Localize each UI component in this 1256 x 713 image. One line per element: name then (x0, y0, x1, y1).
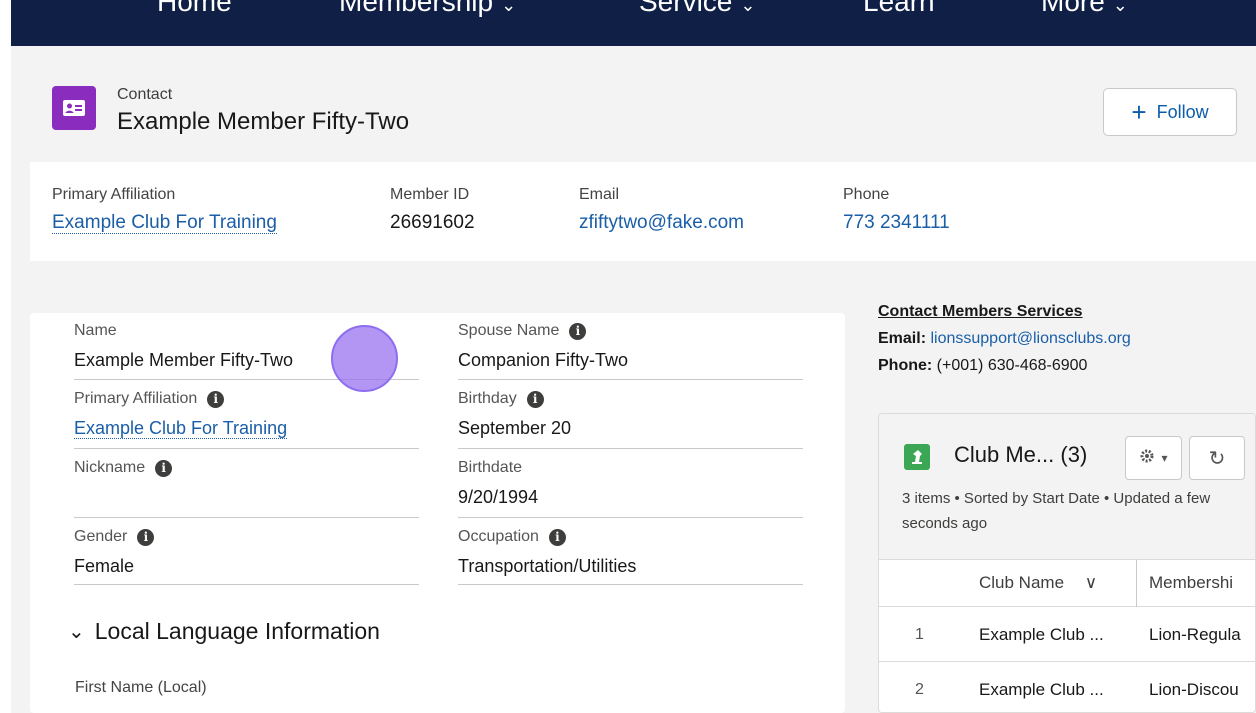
table-header-row: Club Name ∨ Membershi (879, 560, 1255, 607)
nav-item-more[interactable]: More ⌄ (1041, 0, 1128, 18)
nav-item-home[interactable]: Home (157, 0, 232, 18)
field-spouse-name: Spouse Name i Companion Fifty-Two (458, 322, 803, 380)
highlight-email: Email zfiftytwo@fake.com (579, 186, 744, 234)
highlight-phone: Phone 773 2341111 (843, 186, 950, 234)
chevron-down-icon: ⌄ (740, 0, 756, 15)
field-label: Primary Affiliation (74, 390, 198, 407)
follow-label: Follow (1156, 101, 1209, 122)
membership-icon (904, 444, 930, 470)
chevron-down-icon: ⌄ (1112, 0, 1128, 15)
gear-icon (1139, 448, 1155, 469)
club-name-link[interactable]: Example Club ... (979, 625, 1104, 645)
support-email-link[interactable]: lionssupport@lionsclubs.org (930, 330, 1130, 347)
field-label: Birthdate (458, 459, 523, 476)
table-row: 2 Example Club ... Lion-Discou (879, 662, 1255, 712)
chevron-down-icon: ⌄ (68, 621, 85, 643)
membership-type: Lion-Regula (1149, 625, 1241, 644)
row-number: 2 (915, 681, 924, 698)
contact-services-block: Contact Members Services Email: lionssup… (878, 298, 1131, 379)
info-icon[interactable]: i (155, 459, 173, 477)
record-page: Home Membership ⌄ Service ⌄ Learn More ⌄ Co… (11, 0, 1256, 713)
info-icon[interactable]: i (526, 390, 544, 408)
field-gender: Gender i Female (74, 528, 419, 585)
primary-affiliation-link[interactable]: Example Club For Training (52, 212, 277, 234)
field-value: 9/20/1994 (458, 487, 539, 507)
highlight-label: Phone (843, 186, 890, 203)
nav-item-learn[interactable]: Learn (863, 0, 935, 18)
section-title: Local Language Information (94, 618, 380, 644)
club-memberships-related-list: Club Me... (3) ▾ ↻ 3 items • Sorted by S… (878, 413, 1256, 713)
phone-label: Phone: (878, 357, 933, 374)
column-header-club-name[interactable]: Club Name ∨ (979, 573, 1097, 593)
caret-down-icon: ▾ (1161, 451, 1168, 465)
info-icon[interactable]: i (548, 528, 566, 546)
column-header-membership[interactable]: Membershi (1149, 573, 1233, 593)
field-occupation: Occupation i Transportation/Utilities (458, 528, 803, 585)
column-divider[interactable] (1136, 560, 1137, 607)
highlights-panel: Primary Affiliation Example Club For Tra… (30, 162, 1256, 261)
refresh-button[interactable]: ↻ (1189, 436, 1245, 480)
field-value (74, 487, 419, 509)
highlight-member-id: Member ID 26691602 (390, 186, 475, 234)
info-icon[interactable]: i (569, 322, 587, 340)
field-primary-affiliation: Primary Affiliation i Example Club For Tr… (74, 390, 419, 449)
cursor-highlight (331, 325, 398, 392)
screen: Home Membership ⌄ Service ⌄ Learn More ⌄ Co… (0, 0, 1256, 713)
phone-link[interactable]: 773 2341111 (843, 212, 950, 233)
field-value: Companion Fifty-Two (458, 350, 629, 370)
first-name-local-label: First Name (Local) (75, 679, 207, 696)
row-number: 1 (915, 626, 924, 643)
support-phone: (+001) 630-468-6900 (936, 357, 1088, 374)
nav-item-membership[interactable]: Membership ⌄ (339, 0, 516, 18)
field-birthdate: Birthdate 9/20/1994 (458, 459, 803, 518)
chevron-down-icon: ⌄ (501, 0, 517, 15)
field-value: Transportation/Utilities (458, 556, 637, 576)
field-value: September 20 (458, 418, 572, 438)
member-id-value: 26691602 (390, 212, 475, 233)
primary-affiliation-link[interactable]: Example Club For Training (74, 418, 288, 439)
related-list-header: Club Me... (3) ▾ ↻ 3 items • Sorted by S… (879, 414, 1255, 560)
club-name-link[interactable]: Example Club ... (979, 680, 1104, 700)
field-label: Birthday (458, 390, 517, 407)
highlight-primary-affiliation: Primary Affiliation Example Club For Tra… (52, 186, 277, 234)
nav-item-service[interactable]: Service ⌄ (639, 0, 755, 18)
follow-button[interactable]: + Follow (1103, 88, 1237, 136)
field-label: Name (74, 322, 117, 339)
field-label: Spouse Name (458, 322, 560, 339)
object-type-label: Contact (117, 86, 173, 103)
settings-menu-button[interactable]: ▾ (1125, 436, 1182, 480)
refresh-icon: ↻ (1208, 447, 1226, 470)
highlight-label: Primary Affiliation (52, 186, 176, 203)
table-row: 1 Example Club ... Lion-Regula (879, 607, 1255, 662)
page-title: Example Member Fifty-Two (117, 108, 410, 135)
field-label: Occupation (458, 528, 539, 545)
highlight-label: Member ID (390, 186, 470, 203)
field-label: Nickname (74, 459, 146, 476)
email-label: Email: (878, 330, 927, 347)
info-icon[interactable]: i (207, 390, 225, 408)
field-nickname: Nickname i (74, 459, 419, 518)
top-navigation-bar: Home Membership ⌄ Service ⌄ Learn More ⌄ (11, 0, 1256, 46)
chevron-down-icon: ∨ (1084, 573, 1098, 592)
plus-icon: + (1131, 97, 1147, 127)
membership-type: Lion-Discou (1149, 680, 1239, 699)
email-link[interactable]: zfiftytwo@fake.com (579, 212, 744, 233)
field-birthday: Birthday i September 20 (458, 390, 803, 449)
contact-services-title[interactable]: Contact Members Services (878, 303, 1083, 320)
contact-card-icon (52, 86, 96, 130)
related-list-count: (3) (1060, 442, 1088, 467)
field-label: Gender (74, 528, 128, 545)
related-list-meta: 3 items • Sorted by Start Date • Updated… (902, 490, 1211, 532)
related-list-title[interactable]: Club Me... (3) (954, 442, 1087, 468)
info-icon[interactable]: i (137, 528, 155, 546)
field-value: Female (74, 556, 135, 576)
highlight-label: Email (579, 186, 620, 203)
local-language-section-toggle[interactable]: ⌄ Local Language Information (68, 618, 380, 645)
